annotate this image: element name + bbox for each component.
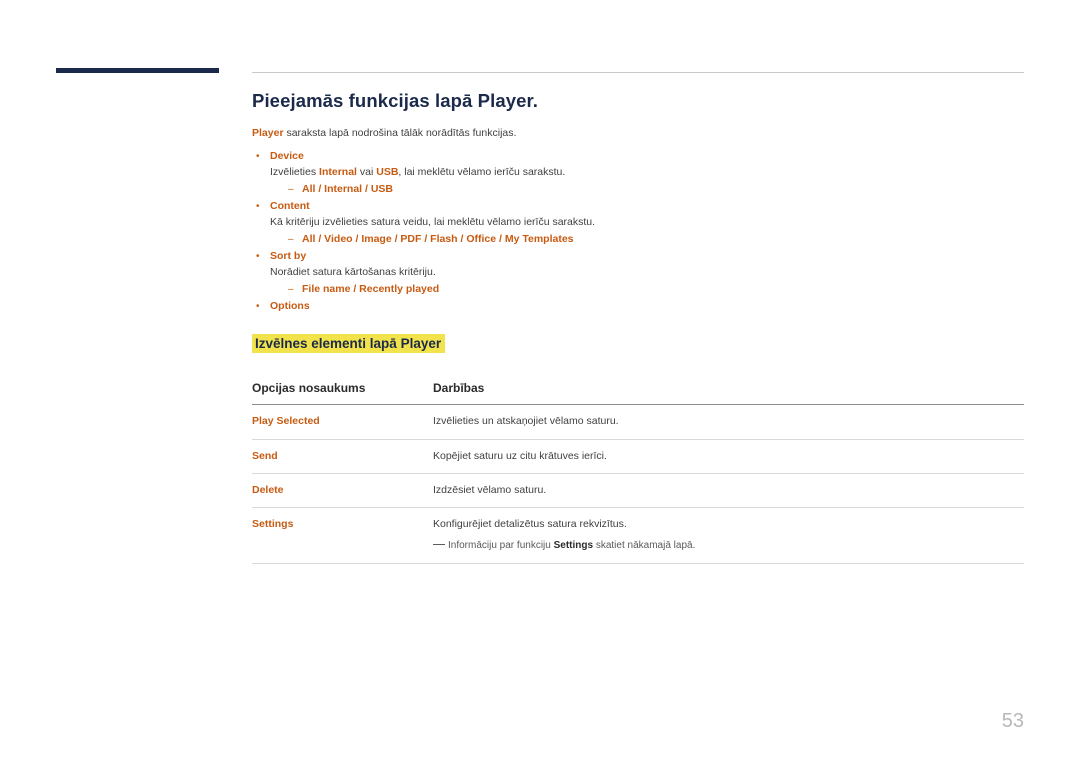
note-dash-icon: [433, 544, 445, 546]
page-content: Pieejamās funkcijas lapā Player. Player …: [252, 90, 1024, 564]
bullet-options-row: – File name / Recently played: [288, 283, 1024, 295]
option-name: Send: [252, 439, 433, 474]
option-description: Konfigurējiet detalizētus satura rekvizī…: [433, 507, 1024, 564]
bullet-options-row: – All / Video / Image / PDF / Flash / Of…: [288, 233, 1024, 245]
page-title: Pieejamās funkcijas lapā Player.: [252, 90, 539, 111]
option-description: Kopējiet saturu uz citu krātuves ierīci.: [433, 439, 1024, 474]
desc-bold: USB: [376, 165, 399, 178]
bullet-dot-icon: •: [256, 251, 260, 263]
desc-text: vai: [356, 165, 377, 178]
bullet-label: Content: [270, 199, 310, 212]
feature-list: • Device Izvēlieties Internal vai USB, l…: [252, 150, 1024, 313]
list-item: • Device Izvēlieties Internal vai USB, l…: [252, 150, 1024, 195]
option-note: Informāciju par funkciju Settings skatie…: [433, 539, 1024, 554]
option-description: Izdzēsiet vēlamo saturu.: [433, 473, 1024, 509]
bullet-options-row: – All / Internal / USB: [288, 183, 1024, 195]
option-name: Delete: [252, 473, 433, 509]
header-divider: [252, 72, 1024, 73]
list-item: • Content Kā kritēriju izvēlieties satur…: [252, 200, 1024, 245]
note-pre: Informāciju par funkciju: [448, 540, 554, 552]
note-post: skatiet nākamajā lapā.: [593, 540, 696, 552]
desc-text: Izvēlieties: [270, 165, 320, 178]
note-bold: Settings: [553, 540, 594, 552]
option-description: Izvēlieties un atskaņojiet vēlamo saturu…: [433, 404, 1024, 440]
page-number: 53: [1001, 710, 1024, 732]
bullet-label: Options: [270, 300, 310, 313]
section-heading-highlight: Izvēlnes elementi lapā Player: [252, 334, 446, 354]
column-header-option-name: Opcijas nosaukums: [252, 377, 433, 406]
option-description-text: Konfigurējiet detalizētus satura rekvizī…: [433, 518, 627, 531]
dash-icon: –: [288, 183, 294, 195]
bullet-device: • Device: [252, 150, 1024, 162]
bullet-label: Device: [270, 149, 304, 162]
intro-paragraph: Player saraksta lapā nodrošina tālāk nor…: [252, 126, 1024, 142]
bullet-dot-icon: •: [256, 200, 260, 212]
bullet-options: All / Internal / USB: [302, 182, 394, 195]
dash-icon: –: [288, 284, 294, 296]
list-item: • Sort by Norādiet satura kārtošanas kri…: [252, 250, 1024, 295]
desc-bold: Internal: [319, 165, 357, 178]
intro-rest: saraksta lapā nodrošina tālāk norādītās …: [283, 127, 517, 139]
bullet-options: • Options: [252, 300, 1024, 312]
menu-items-table: Opcijas nosaukums Darbības Play Selected…: [252, 377, 1024, 564]
table-row: Play Selected Izvēlieties un atskaņojiet…: [252, 404, 1024, 440]
table-row: Delete Izdzēsiet vēlamo saturu.: [252, 473, 1024, 509]
bullet-dot-icon: •: [256, 150, 260, 162]
bullet-sort-by: • Sort by: [252, 250, 1024, 262]
bullet-description: Kā kritēriju izvēlieties satura veidu, l…: [270, 215, 596, 228]
bullet-dot-icon: •: [256, 301, 260, 313]
bullet-content: • Content: [252, 200, 1024, 212]
bullet-description: Izvēlieties Internal vai USB, lai meklēt…: [270, 165, 1024, 180]
note-text: Informāciju par funkciju Settings skatie…: [448, 539, 695, 554]
list-item: • Options: [252, 300, 1024, 312]
table-header-row: Opcijas nosaukums Darbības: [252, 377, 1024, 406]
intro-bold-term: Player: [252, 127, 284, 139]
desc-text: , lai meklētu vēlamo ierīču sarakstu.: [398, 165, 566, 178]
table-row: Settings Konfigurējiet detalizētus satur…: [252, 507, 1024, 564]
table-row: Send Kopējiet saturu uz citu krātuves ie…: [252, 439, 1024, 474]
bullet-options: File name / Recently played: [302, 283, 440, 296]
document-page: Pieejamās funkcijas lapā Player. Player …: [0, 0, 1080, 763]
bullet-label: Sort by: [270, 250, 307, 263]
column-header-action: Darbības: [433, 377, 1024, 406]
dash-icon: –: [288, 234, 294, 246]
option-name: Settings: [252, 507, 433, 564]
bullet-options: All / Video / Image / PDF / Flash / Offi…: [302, 233, 574, 246]
option-name: Play Selected: [252, 404, 433, 440]
bullet-description: Norādiet satura kārtošanas kritēriju.: [270, 266, 436, 279]
header-accent-bar: [56, 68, 219, 73]
